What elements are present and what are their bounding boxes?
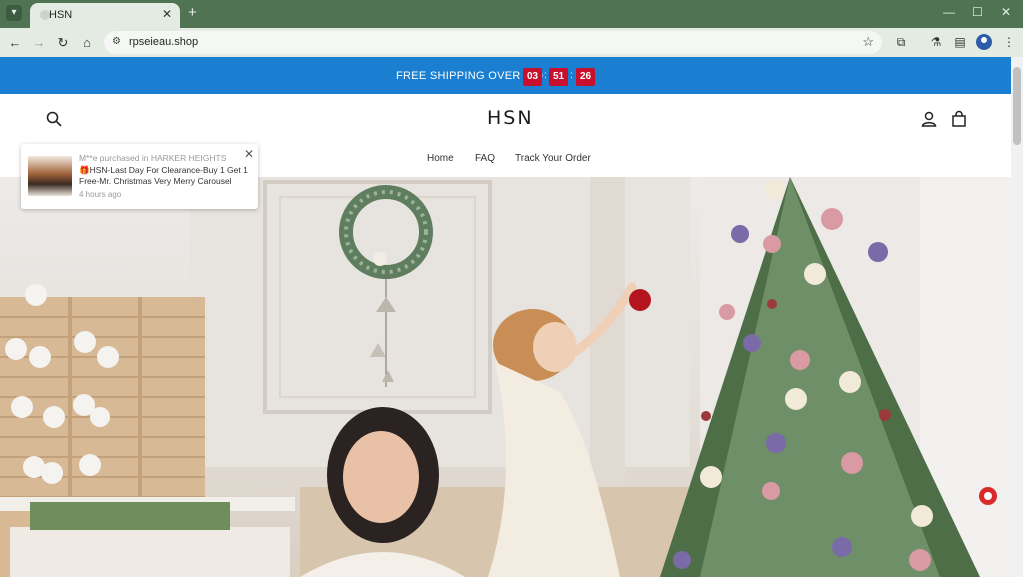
tab-title: HSN: [49, 9, 73, 21]
tab-close-icon[interactable]: ✕: [162, 7, 172, 21]
announcement-text: FREE SHIPPING OVER $40: [396, 70, 544, 82]
site-logo[interactable]: HSN: [487, 107, 534, 129]
minimize-icon[interactable]: —: [943, 5, 955, 19]
home-icon[interactable]: ⌂: [78, 34, 96, 52]
back-icon[interactable]: ←: [6, 34, 24, 52]
tab-bar: ▾ HSN ✕ + — ☐ ✕: [0, 0, 1023, 28]
account-icon[interactable]: [920, 110, 938, 128]
maximize-icon[interactable]: ☐: [972, 5, 983, 19]
purchase-product-link[interactable]: 🎁HSN-Last Day For Clearance-Buy 1 Get 1 …: [79, 165, 249, 187]
address-bar[interactable]: ⚙ rpseieau.shop ☆: [104, 31, 882, 54]
hero-image: [0, 177, 1011, 577]
nav-track-order-link[interactable]: Track Your Order: [515, 153, 591, 164]
toast-close-icon[interactable]: ✕: [244, 147, 254, 161]
site-info-icon[interactable]: ⚙: [112, 36, 125, 49]
countdown-separator: :: [570, 70, 573, 81]
purchase-notification[interactable]: M**e purchased in HARKER HEIGHTS 🎁HSN-La…: [21, 144, 258, 209]
cart-icon[interactable]: [950, 110, 968, 128]
browser-toolbar: ← → ↻ ⌂ ⚙ rpseieau.shop ☆ ⧉ ⚗ ▤ ⋮: [0, 28, 1023, 57]
window-close-icon[interactable]: ✕: [1001, 5, 1011, 19]
product-thumbnail[interactable]: [28, 156, 72, 196]
page-viewport: FREE SHIPPING OVER $40 03 : 51 : 26 HSN …: [0, 57, 1011, 577]
scrollbar-thumb[interactable]: [1013, 67, 1021, 145]
nav-faq-link[interactable]: FAQ: [475, 153, 495, 164]
purchase-buyer-text: M**e purchased in HARKER HEIGHTS: [79, 153, 227, 163]
side-panel-icon[interactable]: ▤: [952, 34, 968, 50]
countdown-seconds: 26: [576, 68, 595, 86]
hero-banner: [0, 177, 1011, 577]
extensions-icon[interactable]: ⧉: [893, 34, 909, 50]
url-text: rpseieau.shop: [129, 36, 199, 48]
new-tab-icon[interactable]: +: [188, 4, 197, 21]
tab-search-icon[interactable]: ▾: [6, 5, 22, 21]
reload-icon[interactable]: ↻: [54, 34, 72, 52]
countdown-minutes: 51: [549, 68, 568, 86]
forward-icon[interactable]: →: [30, 34, 48, 52]
support-chat-icon[interactable]: [979, 487, 997, 505]
announcement-bar: FREE SHIPPING OVER $40 03 : 51 : 26: [0, 57, 1011, 94]
nav-home-link[interactable]: Home: [427, 153, 454, 164]
tab-active[interactable]: HSN ✕: [30, 3, 180, 28]
profile-avatar-icon[interactable]: [976, 34, 992, 50]
browser-chrome: ▾ HSN ✕ + — ☐ ✕ ← → ↻ ⌂ ⚙ rpseieau.shop …: [0, 0, 1023, 57]
menu-icon[interactable]: ⋮: [1001, 34, 1017, 50]
search-icon[interactable]: [45, 110, 63, 128]
countdown-separator: :: [544, 70, 547, 81]
bookmark-star-icon[interactable]: ☆: [862, 34, 874, 50]
countdown-hours: 03: [523, 68, 542, 86]
page-scrollbar[interactable]: [1011, 57, 1023, 577]
labs-icon[interactable]: ⚗: [928, 34, 944, 50]
purchase-time: 4 hours ago: [79, 190, 122, 199]
